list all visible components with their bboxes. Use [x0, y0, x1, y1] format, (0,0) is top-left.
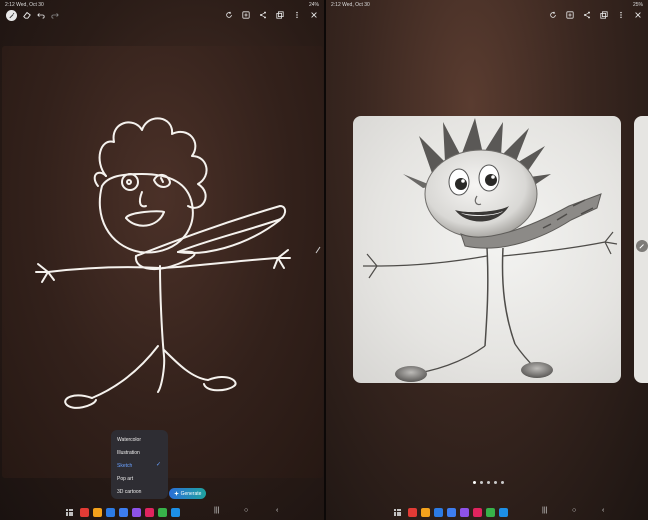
style-dropdown-menu: Watercolor Illustration Sketch ✓ Pop art… — [111, 430, 168, 499]
recents-icon[interactable]: ||| — [542, 507, 547, 514]
app-icon[interactable] — [460, 508, 469, 517]
app-icon[interactable] — [106, 508, 115, 517]
share-icon[interactable] — [258, 11, 267, 20]
pager-dot[interactable] — [487, 481, 490, 484]
eraser-icon[interactable] — [22, 11, 31, 20]
drawing-canvas[interactable] — [2, 46, 323, 478]
home-icon[interactable]: ○ — [572, 507, 576, 514]
style-option-sketch[interactable]: Sketch ✓ — [111, 459, 168, 472]
app-icon[interactable] — [447, 508, 456, 517]
checkmark-icon: ✓ — [155, 462, 161, 468]
back-icon[interactable]: ‹ — [276, 507, 278, 514]
refresh-icon[interactable] — [548, 11, 557, 20]
sketch-figure — [363, 118, 618, 382]
style-option-3d-cartoon[interactable]: 3D cartoon — [111, 485, 168, 498]
drawing-toolbar — [0, 9, 324, 21]
status-bar: 2:12 Wed, Oct 30 25% — [326, 0, 648, 9]
close-icon[interactable] — [633, 11, 642, 20]
app-icon[interactable] — [132, 508, 141, 517]
pager-dot[interactable] — [473, 481, 476, 484]
result-pager — [473, 481, 504, 484]
undo-icon[interactable] — [36, 11, 45, 20]
status-time: 2:12 — [5, 1, 15, 8]
app-icon[interactable] — [119, 508, 128, 517]
app-icon[interactable] — [434, 508, 443, 517]
pen-icon[interactable] — [6, 9, 17, 21]
save-image-icon[interactable] — [565, 11, 574, 20]
redo-icon[interactable] — [50, 11, 59, 20]
app-drawer-icon[interactable] — [66, 509, 73, 516]
save-image-icon[interactable] — [241, 11, 250, 20]
app-icon[interactable] — [80, 508, 89, 517]
app-icon[interactable] — [145, 508, 154, 517]
pager-dot[interactable] — [501, 481, 504, 484]
generated-sketch-image[interactable] — [353, 116, 621, 383]
pager-dot[interactable] — [480, 481, 483, 484]
result-toolbar — [326, 9, 648, 21]
result-panel: 2:12 Wed, Oct 30 25% ||| ○ ‹ — [326, 0, 648, 520]
navigation-bar: ||| ○ ‹ — [326, 505, 648, 520]
sparkle-icon — [173, 491, 179, 496]
more-icon[interactable] — [292, 11, 301, 20]
status-bar: 2:12 Wed, Oct 30 24% — [0, 0, 324, 9]
recents-icon[interactable]: ||| — [214, 507, 219, 514]
app-icon[interactable] — [408, 508, 417, 517]
style-option-watercolor[interactable]: Watercolor — [111, 433, 168, 446]
stick-figure-doodle — [35, 117, 291, 409]
pager-dot[interactable] — [494, 481, 497, 484]
app-icon[interactable] — [158, 508, 167, 517]
app-icon[interactable] — [93, 508, 102, 517]
drawing-panel: 2:12 Wed, Oct 30 24% Watercolor Illustra… — [0, 0, 324, 520]
navigation-bar: ||| ○ ‹ — [0, 505, 324, 520]
status-battery: 25% — [632, 1, 643, 8]
edit-icon[interactable] — [636, 240, 648, 252]
app-icon[interactable] — [421, 508, 430, 517]
share-icon[interactable] — [582, 11, 591, 20]
app-dock — [408, 508, 508, 517]
copy-icon[interactable] — [599, 11, 608, 20]
copy-icon[interactable] — [275, 11, 284, 20]
status-date: Wed, Oct 30 — [16, 1, 44, 8]
app-drawer-icon[interactable] — [394, 509, 401, 516]
status-time: 2:12 — [331, 1, 341, 8]
status-date: Wed, Oct 30 — [342, 1, 370, 8]
resize-handle-icon[interactable] — [315, 241, 321, 254]
app-icon[interactable] — [499, 508, 508, 517]
status-battery: 24% — [308, 1, 319, 8]
app-icon[interactable] — [171, 508, 180, 517]
app-icon[interactable] — [486, 508, 495, 517]
home-icon[interactable]: ○ — [244, 507, 248, 514]
style-option-illustration[interactable]: Illustration — [111, 446, 168, 459]
more-icon[interactable] — [616, 11, 625, 20]
style-option-pop-art[interactable]: Pop art — [111, 472, 168, 485]
close-icon[interactable] — [309, 11, 318, 20]
generate-button[interactable]: Generate — [169, 488, 206, 499]
refresh-icon[interactable] — [224, 11, 233, 20]
app-dock — [80, 508, 180, 517]
back-icon[interactable]: ‹ — [602, 507, 604, 514]
app-icon[interactable] — [473, 508, 482, 517]
